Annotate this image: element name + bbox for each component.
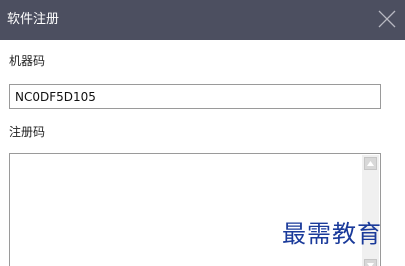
watermark: 最需教育 [282,220,382,248]
registration-window: 软件注册 机器码 注册码 最需教育 [0,0,405,266]
scroll-down-button[interactable] [364,259,377,266]
machine-code-field[interactable] [9,84,381,109]
window-title: 软件注册 [7,12,60,27]
scroll-up-arrow-icon [367,161,374,166]
registration-code-textarea[interactable] [9,153,381,266]
close-icon [378,10,396,28]
vertical-scrollbar[interactable] [362,155,379,266]
registration-code-label: 注册码 [9,125,46,139]
title-bar: 软件注册 [0,0,405,40]
scroll-up-button[interactable] [364,157,377,170]
close-button[interactable] [375,7,399,31]
machine-code-label: 机器码 [9,54,46,68]
scroll-down-arrow-icon [367,263,374,266]
